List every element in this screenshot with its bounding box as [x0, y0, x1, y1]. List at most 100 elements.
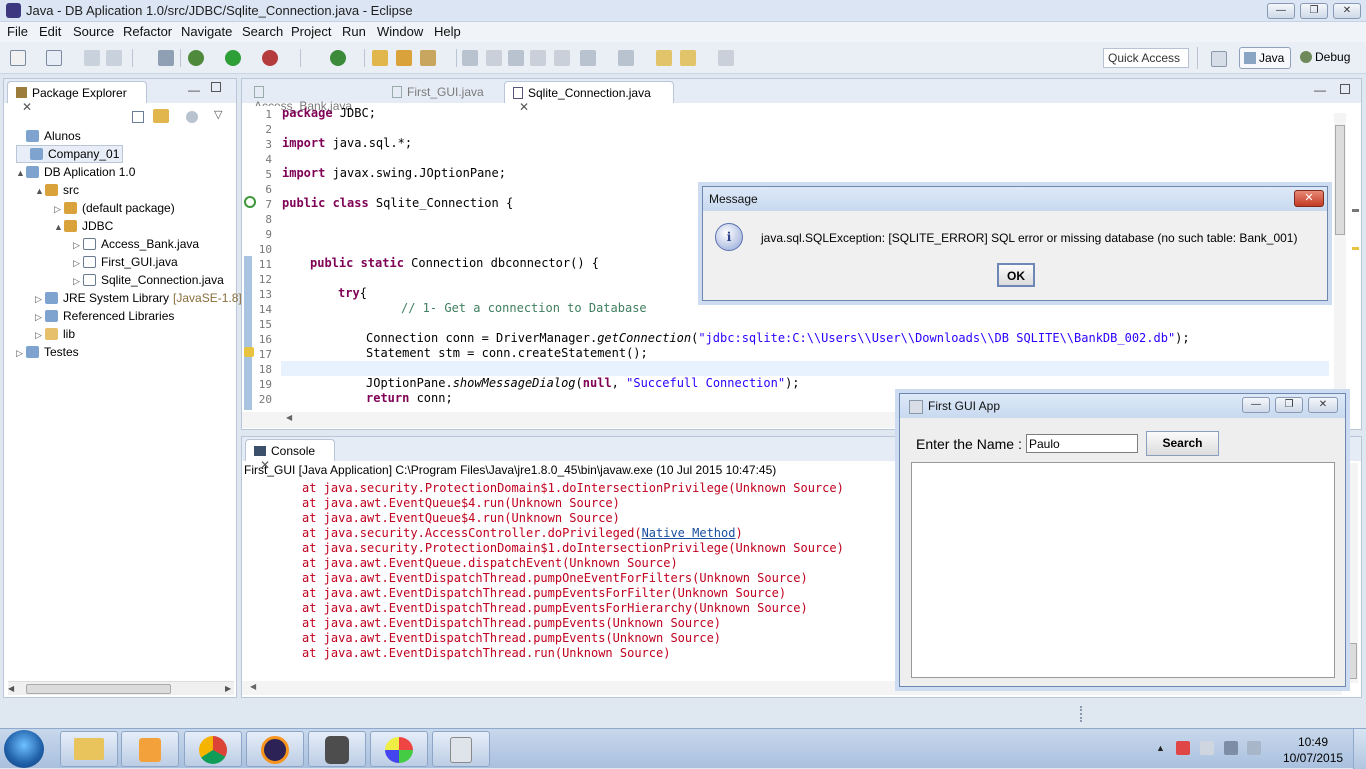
forward-icon[interactable] — [718, 50, 734, 66]
external-tools-icon[interactable] — [262, 50, 278, 66]
new-file-icon[interactable] — [46, 50, 62, 66]
eclipse-taskbar-button[interactable] — [246, 731, 304, 767]
tree-scroll-thumb[interactable] — [26, 684, 171, 694]
menu-edit[interactable]: Edit — [39, 24, 61, 39]
expand-arrow-icon[interactable]: ▷ — [73, 272, 83, 290]
show-hidden-icons[interactable]: ▲ — [1156, 743, 1165, 753]
expand-arrow-icon[interactable]: ▷ — [73, 254, 83, 272]
java-taskbar-button[interactable] — [432, 731, 490, 767]
tab-access-bank[interactable]: Access_Bank.java — [246, 81, 372, 113]
console-scrollbar[interactable] — [1346, 463, 1358, 683]
search-button[interactable]: Search — [1146, 431, 1219, 456]
word-wrap-icon[interactable] — [554, 50, 570, 66]
previous-annotation-icon[interactable] — [618, 50, 634, 66]
minimize-view-icon[interactable]: — — [188, 83, 200, 97]
maximize-button[interactable]: ❐ — [1300, 3, 1328, 19]
new-icon[interactable] — [10, 50, 26, 66]
maximize-view-icon[interactable] — [211, 82, 221, 92]
run-icon[interactable] — [225, 50, 241, 66]
explorer-taskbar-button[interactable] — [60, 731, 118, 767]
new-class-icon[interactable] — [330, 50, 346, 66]
paint-taskbar-button[interactable] — [370, 731, 428, 767]
menu-navigate[interactable]: Navigate — [181, 24, 232, 39]
close-tab-icon[interactable]: ✕ — [22, 100, 32, 114]
expand-arrow-icon[interactable]: ▷ — [35, 326, 45, 344]
network-icon[interactable] — [1176, 741, 1190, 755]
gui-minimize-button[interactable]: — — [1242, 397, 1270, 413]
native-method-link[interactable]: Native Method — [642, 526, 736, 540]
view-menu-icon[interactable]: ▽ — [214, 108, 222, 121]
tree-item[interactable]: ▷ Testes — [16, 343, 79, 361]
next-annotation-icon[interactable] — [580, 50, 596, 66]
expand-arrow-icon[interactable]: ▷ — [35, 290, 45, 308]
tab-first-gui[interactable]: First_GUI.java — [384, 81, 504, 103]
media-player-taskbar-button[interactable] — [121, 731, 179, 767]
open-task-icon[interactable] — [396, 50, 412, 66]
expand-arrow-icon[interactable]: ▲ — [35, 182, 45, 200]
expand-arrow-icon[interactable]: ▷ — [73, 236, 83, 254]
notification-icon[interactable] — [1247, 741, 1261, 755]
show-desktop-button[interactable] — [1353, 729, 1366, 769]
ok-button[interactable]: OK — [997, 263, 1035, 287]
tree-item[interactable]: ▲ DB Aplication 1.0 — [16, 163, 135, 181]
database-taskbar-button[interactable] — [308, 731, 366, 767]
minimize-editor-icon[interactable]: — — [1314, 83, 1326, 97]
back-icon[interactable] — [680, 50, 696, 66]
save-icon[interactable] — [84, 50, 100, 66]
block-selection-icon[interactable] — [508, 50, 524, 66]
expand-arrow-icon[interactable]: ▷ — [54, 200, 64, 218]
tree-item[interactable]: ▲ JDBC — [54, 217, 113, 235]
collapse-all-icon[interactable] — [132, 111, 144, 123]
close-tab-icon[interactable]: ✕ — [519, 100, 529, 114]
name-input[interactable]: Paulo — [1026, 434, 1138, 453]
focus-task-icon[interactable] — [186, 111, 198, 123]
minimize-button[interactable]: — — [1267, 3, 1295, 19]
tab-console[interactable]: Console ✕ — [245, 439, 335, 472]
last-edit-icon[interactable] — [656, 50, 672, 66]
save-all-icon[interactable] — [106, 50, 122, 66]
expand-arrow-icon[interactable]: ▷ — [35, 308, 45, 326]
annotation-icon[interactable] — [462, 50, 478, 66]
debug-icon[interactable] — [188, 50, 204, 66]
menu-file[interactable]: File — [7, 24, 28, 39]
message-close-button[interactable]: ✕ — [1294, 190, 1324, 207]
clock-time[interactable]: 10:49 — [1298, 735, 1328, 749]
start-button[interactable] — [4, 730, 44, 768]
tab-package-explorer[interactable]: Package Explorer ✕ — [7, 81, 147, 114]
gui-maximize-button[interactable]: ❐ — [1275, 397, 1303, 413]
volume-icon[interactable] — [1200, 741, 1214, 755]
menu-window[interactable]: Window — [377, 24, 423, 39]
menu-source[interactable]: Source — [73, 24, 114, 39]
power-icon[interactable] — [1224, 741, 1238, 755]
tab-sqlite-connection[interactable]: Sqlite_Connection.java ✕ — [504, 81, 674, 114]
maximize-editor-icon[interactable] — [1340, 84, 1350, 94]
open-type-icon[interactable] — [372, 50, 388, 66]
results-area[interactable] — [911, 462, 1335, 678]
chrome-taskbar-button[interactable] — [184, 731, 242, 767]
tree-item[interactable]: ▷ Sqlite_Connection.java — [73, 271, 224, 289]
search-icon[interactable] — [420, 50, 436, 66]
clock-date[interactable]: 10/07/2015 — [1283, 751, 1343, 765]
tree-item[interactable]: ▷ JRE System Library [JavaSE-1.8] — [35, 289, 242, 307]
expand-arrow-icon[interactable]: ▷ — [16, 344, 26, 362]
toggle-mark-icon[interactable] — [486, 50, 502, 66]
menu-run[interactable]: Run — [342, 24, 366, 39]
tree-scrollbar[interactable]: ◀ ▶ — [8, 681, 234, 695]
tree-item[interactable]: ▷ Referenced Libraries — [35, 307, 174, 325]
expand-arrow-icon[interactable]: ▲ — [16, 164, 26, 182]
perspective-debug[interactable]: Debug — [1296, 47, 1356, 69]
editor-scroll-thumb[interactable] — [1335, 125, 1345, 235]
menu-refactor[interactable]: Refactor — [123, 24, 172, 39]
tree-item[interactable]: ▲ src — [35, 181, 79, 199]
tree-item[interactable]: ▷ (default package) — [54, 199, 175, 217]
link-with-editor-icon[interactable] — [153, 109, 169, 123]
tree-item[interactable]: ▷ Access_Bank.java — [73, 235, 199, 253]
perspective-java[interactable]: Java — [1239, 47, 1291, 69]
close-button[interactable]: ✕ — [1333, 3, 1361, 19]
skip-breakpoints-icon[interactable] — [158, 50, 174, 66]
tree-item[interactable]: ▷ First_GUI.java — [73, 253, 178, 271]
tree-item[interactable]: ▷ lib — [35, 325, 75, 343]
quick-access-input[interactable]: Quick Access — [1103, 48, 1189, 68]
menu-project[interactable]: Project — [291, 24, 331, 39]
open-perspective-icon[interactable] — [1211, 51, 1227, 67]
